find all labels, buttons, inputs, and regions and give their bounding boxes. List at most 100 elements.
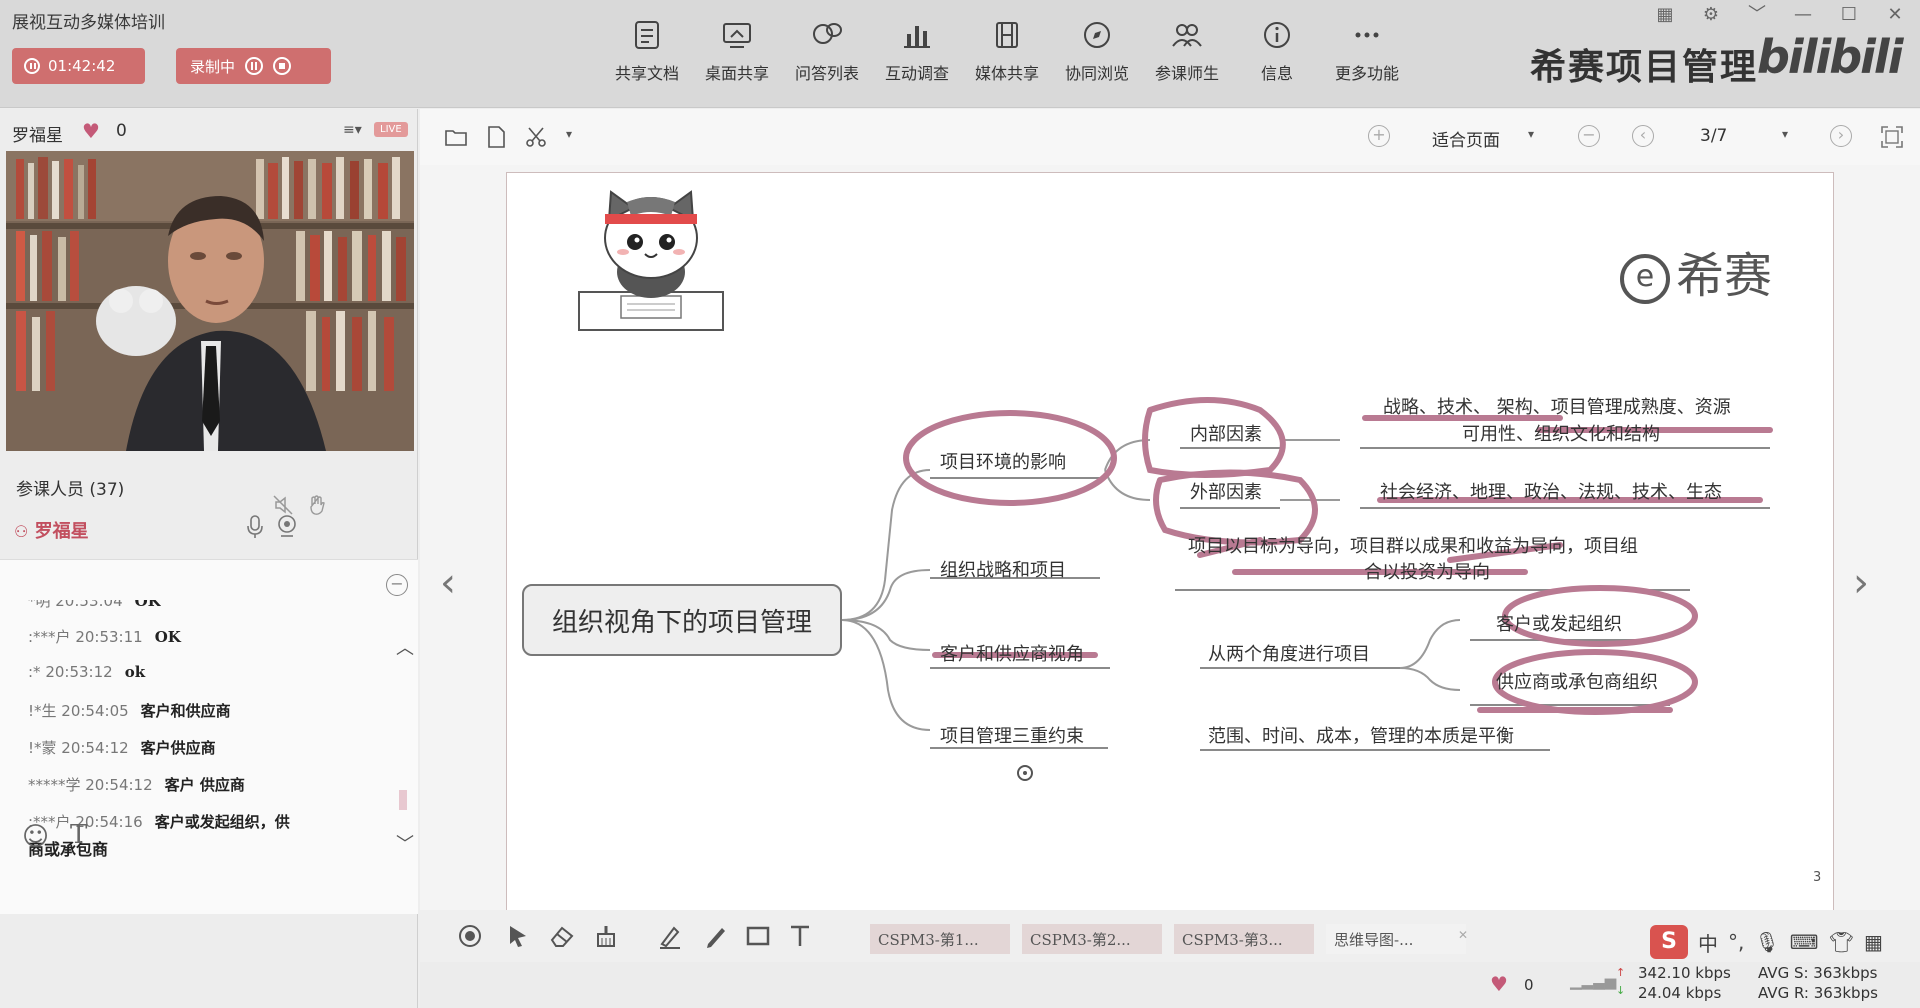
zoom-out-icon[interactable]: − — [1578, 125, 1600, 147]
fit-page-select[interactable]: 适合页面 — [1432, 126, 1500, 151]
text-tool-icon[interactable] — [786, 922, 814, 950]
folder-icon[interactable] — [444, 125, 468, 149]
chat-message: :***户 20:54:16 客户或发起组织，供 — [28, 813, 290, 831]
mindmap-node[interactable]: 客户或发起组织 — [1496, 610, 1622, 636]
doc-tab[interactable]: CSPM3-第3... — [1174, 924, 1314, 954]
member-item[interactable]: ⚇ 罗福星 — [14, 517, 89, 543]
collapse-icon[interactable]: ﹀ — [1746, 4, 1768, 26]
slide-page-number: 3 — [1813, 870, 1822, 885]
toolbar-more[interactable]: 更多功能 — [1322, 18, 1412, 84]
webcam-icon[interactable] — [276, 514, 298, 540]
toolbar-shared-doc[interactable]: 共享文档 — [602, 18, 692, 84]
close-icon[interactable]: ✕ — [1884, 4, 1906, 26]
toolbar-desktop-share[interactable]: 桌面共享 — [692, 18, 782, 84]
layout-icon[interactable]: ▦ — [1654, 4, 1676, 26]
new-page-icon[interactable] — [484, 125, 508, 149]
heart-icon[interactable]: ♥ — [1490, 972, 1508, 996]
chevron-down-icon[interactable]: ▾ — [1528, 127, 1534, 141]
cursor-icon[interactable] — [504, 922, 532, 950]
next-slide-arrow[interactable]: › — [1853, 560, 1869, 606]
minimize-icon[interactable]: — — [1792, 4, 1814, 26]
xisai-logo: e 希赛 — [1620, 236, 1772, 306]
toolbar-co-browse[interactable]: 协同浏览 — [1052, 18, 1142, 84]
chat-message: !*蒙 20:54:12 客户供应商 — [28, 739, 216, 757]
settings-icon[interactable]: ⚙ — [1700, 4, 1722, 26]
fullscreen-icon[interactable] — [1880, 125, 1904, 149]
chat-scrollbar[interactable] — [396, 660, 410, 820]
mindmap-node[interactable]: 外部因素 — [1190, 478, 1262, 504]
chat-message: *****学 20:54:12 客户 供应商 — [28, 776, 245, 794]
raise-hand-icon[interactable] — [306, 493, 328, 517]
toolbar-info[interactable]: 信息 — [1232, 18, 1322, 84]
cat-mascot-image — [578, 190, 724, 331]
scissors-icon[interactable] — [524, 125, 548, 149]
heart-icon[interactable]: ♥ — [82, 119, 100, 143]
top-bar: 展视互动多媒体培训 01:42:42 录制中 共享文档 桌面共享 问答列表 互动… — [0, 0, 1920, 108]
mindmap-node[interactable]: 客户和供应商视角 — [940, 640, 1084, 666]
toolbar-participants[interactable]: 参课师生 — [1142, 18, 1232, 84]
ime-language[interactable]: 中 — [1698, 928, 1718, 957]
mindmap-node[interactable]: 社会经济、地理、政治、法规、技术、生态 — [1380, 478, 1722, 504]
avg-receive-rate: AVG R: 363kbps — [1758, 984, 1878, 1002]
chat-area[interactable]: − *明 20:53:04 OK :***户 20:53:11 OK :* 20:5… — [0, 559, 418, 914]
upload-rate: 342.10 kbps — [1638, 964, 1731, 982]
microphone-icon[interactable] — [244, 514, 266, 540]
tools-grid-icon[interactable]: ▦ — [1864, 930, 1883, 954]
mindmap-node[interactable]: 可用性、组织文化和结构 — [1462, 420, 1660, 446]
doc-tab[interactable]: CSPM3-第1... — [870, 924, 1010, 954]
doc-tab[interactable]: CSPM3-第2... — [1022, 924, 1162, 954]
mute-all-icon[interactable] — [272, 494, 294, 516]
mindmap-node[interactable]: 内部因素 — [1190, 420, 1262, 446]
text-format-icon[interactable]: T — [70, 820, 87, 850]
close-tab-icon[interactable]: ✕ — [1458, 928, 1468, 942]
mindmap-node[interactable]: 项目以目标为导向，项目群以成果和收益为导向，项目组 — [1188, 532, 1638, 558]
scroll-up-icon[interactable]: ︿ — [396, 634, 414, 660]
toolbar-qa-list[interactable]: 问答列表 — [782, 18, 872, 84]
collapse-chat-icon[interactable]: − — [386, 574, 408, 596]
keyboard-icon[interactable]: ⌨ — [1790, 930, 1819, 954]
mindmap-node[interactable]: 项目管理三重约束 — [940, 722, 1084, 748]
next-page-icon[interactable]: › — [1830, 125, 1852, 147]
punctuation-icon[interactable]: °, — [1728, 930, 1744, 954]
voice-input-icon[interactable]: 🎙︎ — [1754, 930, 1779, 954]
emoji-icon[interactable]: ☺ — [22, 822, 49, 852]
chat-message: :***户 20:53:11 OK — [28, 628, 181, 646]
page-indicator[interactable]: 3/7 — [1700, 126, 1727, 146]
zoom-in-icon[interactable]: + — [1368, 125, 1390, 147]
doc-tab-active[interactable]: 思维导图-... — [1326, 924, 1466, 954]
left-panel: 罗福星 ♥ 0 ≡▾ LIVE 参课人员 (37) ⚇ 罗福星 − *明 20:… — [0, 109, 418, 1008]
prev-page-icon[interactable]: ‹ — [1632, 125, 1654, 147]
mindmap-node[interactable]: 从两个角度进行项目 — [1208, 640, 1370, 666]
pause-recording-icon[interactable] — [245, 57, 264, 75]
mindmap-node[interactable]: 供应商或承包商组织 — [1496, 668, 1658, 694]
skin-icon[interactable]: 👕︎ — [1829, 930, 1854, 954]
mindmap-root-node[interactable]: 组织视角下的项目管理 — [522, 584, 842, 656]
sogou-logo-icon[interactable]: S — [1650, 925, 1688, 959]
mindmap-node[interactable]: 战略、技术、 架构、项目管理成熟度、资源 — [1383, 393, 1731, 419]
mindmap-node[interactable]: 范围、时间、成本，管理的本质是平衡 — [1208, 722, 1514, 748]
chevron-down-icon[interactable]: ▾ — [566, 127, 572, 141]
menu-icon[interactable]: ≡▾ — [343, 122, 362, 138]
desktop-share-icon — [723, 23, 751, 48]
status-bar: ♥ 0 ▁▂▃▅ ↑ ↓ 342.10 kbps 24.04 kbps AVG … — [420, 962, 1920, 1008]
stop-recording-icon[interactable] — [273, 57, 292, 75]
mindmap-node[interactable]: 合以投资为导向 — [1364, 558, 1490, 584]
compass-icon — [1084, 22, 1110, 48]
recording-button[interactable]: 录制中 — [176, 48, 331, 84]
rectangle-icon[interactable] — [744, 922, 772, 950]
mindmap-node[interactable]: 组织战略和项目 — [940, 556, 1066, 582]
xisai-logo-mark-icon: e — [1620, 254, 1670, 304]
clear-brush-icon[interactable] — [592, 922, 620, 950]
chevron-down-icon[interactable]: ▾ — [1782, 127, 1788, 141]
timer-button[interactable]: 01:42:42 — [12, 48, 145, 84]
toolbar-media-share[interactable]: 媒体共享 — [962, 18, 1052, 84]
mindmap-node[interactable]: 项目环境的影响 — [940, 448, 1066, 474]
highlighter-icon[interactable] — [656, 922, 684, 950]
scroll-down-icon[interactable]: ﹀ — [396, 830, 414, 856]
eraser-icon[interactable] — [548, 922, 576, 950]
toolbar-survey[interactable]: 互动调查 — [872, 18, 962, 84]
laser-pointer-icon[interactable] — [456, 922, 484, 950]
maximize-icon[interactable]: ☐ — [1838, 4, 1860, 26]
prev-slide-arrow[interactable]: ‹ — [440, 560, 456, 606]
pen-icon[interactable] — [702, 922, 730, 950]
